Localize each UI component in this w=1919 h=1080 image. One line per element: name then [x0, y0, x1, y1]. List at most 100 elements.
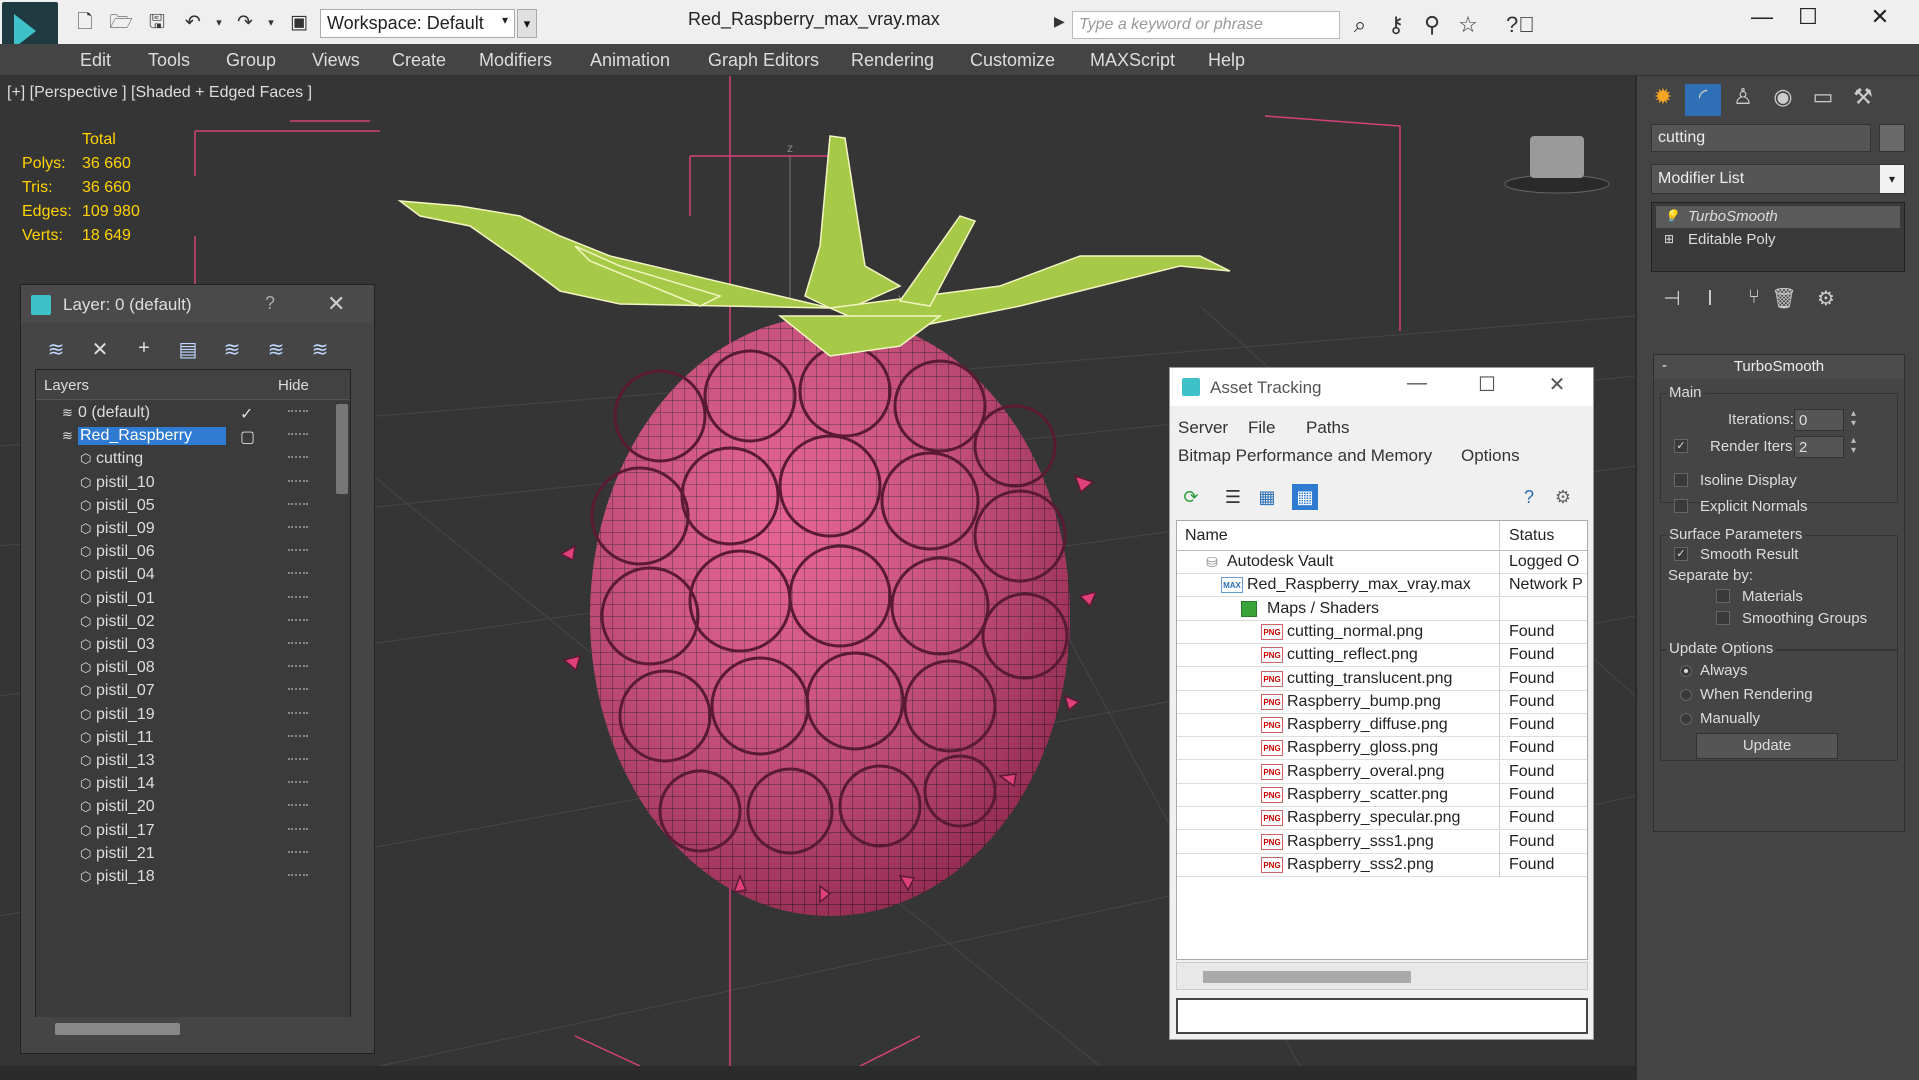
key-icon[interactable]: ⚷ [1382, 12, 1410, 38]
chevron-down-icon[interactable]: ▾ [1880, 165, 1904, 193]
configure-sets-icon[interactable]: ⚙ [1813, 286, 1839, 311]
hide-toggle[interactable] [288, 595, 308, 598]
render-iters-spinner[interactable]: 2 [1794, 436, 1859, 458]
menu-group[interactable]: Group [226, 50, 276, 71]
utilities-tab-icon[interactable]: ⚒ [1845, 84, 1881, 116]
menu-edit[interactable]: Edit [80, 50, 111, 71]
thumbnail-view-icon[interactable]: ▦ [1254, 484, 1280, 510]
modifier-list-dropdown[interactable]: Modifier List ▾ [1651, 164, 1905, 194]
hide-toggle[interactable] [288, 479, 308, 482]
menu-customize[interactable]: Customize [970, 50, 1055, 71]
asset-row[interactable]: PNG Raspberry_gloss.png Found [1177, 737, 1587, 761]
asset-row[interactable]: PNG Raspberry_sss1.png Found [1177, 830, 1587, 854]
hide-toggle[interactable] [288, 827, 308, 830]
hide-column-header[interactable]: Hide [278, 377, 309, 394]
hide-toggle[interactable] [288, 688, 308, 691]
remove-modifier-icon[interactable]: 🗑 [1771, 286, 1797, 311]
asset-row[interactable]: PNG cutting_translucent.png Found [1177, 667, 1587, 691]
asset-row[interactable]: PNG Raspberry_scatter.png Found [1177, 784, 1587, 807]
favorites-star-icon[interactable]: ☆ [1454, 12, 1482, 38]
list-view-icon[interactable]: ☰ [1220, 484, 1246, 510]
asset-row[interactable]: MAX Red_Raspberry_max_vray.max Network P [1177, 574, 1587, 598]
menu-create[interactable]: Create [392, 50, 446, 71]
menu-bitmap-performance[interactable]: Bitmap Performance and Memory [1178, 446, 1432, 466]
search-input[interactable]: Type a keyword or phrase [1072, 11, 1340, 39]
modify-tab-icon[interactable]: ◜ [1685, 84, 1721, 116]
iterations-spinner[interactable]: 0 [1794, 409, 1859, 431]
hide-toggle[interactable] [288, 665, 308, 668]
menu-server[interactable]: Server [1178, 418, 1228, 438]
expand-plus-icon[interactable]: ⊞ [1664, 233, 1676, 245]
minimize-icon[interactable]: — [1742, 4, 1782, 30]
hide-toggle[interactable] [288, 433, 308, 436]
menu-rendering[interactable]: Rendering [851, 50, 934, 71]
settings-icon[interactable]: ⚙ [1550, 484, 1576, 510]
menu-file[interactable]: File [1248, 418, 1275, 438]
menu-options[interactable]: Options [1461, 446, 1520, 466]
menu-help[interactable]: Help [1208, 50, 1245, 71]
hide-all-icon[interactable]: ≋ [263, 337, 289, 362]
hide-toggle[interactable] [288, 410, 308, 412]
highlight-layer-icon[interactable]: ≋ [219, 337, 245, 362]
redo-icon[interactable]: ↷ [232, 10, 258, 36]
delete-layer-icon[interactable]: ✕ [87, 337, 113, 362]
maximize-icon[interactable]: ☐ [1788, 4, 1828, 30]
menu-animation[interactable]: Animation [590, 50, 670, 71]
freeze-all-icon[interactable]: ≋ [307, 337, 333, 362]
asset-table-hscrollbar[interactable] [1176, 962, 1588, 990]
stem-leaves[interactable] [397, 135, 1231, 357]
close-icon[interactable]: ✕ [327, 291, 345, 317]
object-color-swatch[interactable] [1879, 124, 1905, 152]
help-icon[interactable]: ?⃝ [1506, 12, 1535, 38]
hide-toggle[interactable] [288, 804, 308, 807]
select-objects-icon[interactable]: ▤ [175, 337, 201, 362]
table-view-icon[interactable]: ▦ [1292, 484, 1318, 510]
layer-list-scrollbar[interactable] [332, 400, 350, 1018]
always-radio[interactable] [1680, 665, 1692, 677]
materials-checkbox[interactable] [1716, 589, 1730, 603]
menu-graph-editors[interactable]: Graph Editors [708, 50, 819, 71]
name-column-header[interactable]: Name [1185, 527, 1228, 545]
minimize-icon[interactable]: — [1402, 372, 1432, 395]
asset-row[interactable]: PNG Raspberry_sss2.png Found [1177, 853, 1587, 877]
set-current-layer-icon[interactable]: ▢ [240, 427, 255, 447]
hide-toggle[interactable] [288, 758, 308, 760]
display-tab-icon[interactable]: ▭ [1805, 84, 1841, 116]
update-button[interactable]: Update [1696, 733, 1838, 759]
stack-item-editable-poly[interactable]: ⊞ Editable Poly [1656, 229, 1900, 251]
layers-column-header[interactable]: Layers [44, 377, 89, 394]
when-rendering-radio[interactable] [1680, 689, 1692, 701]
hide-toggle[interactable] [288, 526, 308, 528]
quick-access-dropdown-icon[interactable]: ▾ [517, 9, 537, 38]
hierarchy-tab-icon[interactable]: ♙ [1725, 84, 1761, 116]
help-icon[interactable]: ? [265, 293, 275, 314]
close-icon[interactable]: ✕ [1860, 4, 1900, 30]
object-name-input[interactable]: cutting [1651, 124, 1871, 152]
hide-toggle[interactable] [288, 572, 308, 575]
menu-modifiers[interactable]: Modifiers [479, 50, 552, 71]
redo-dropdown-icon[interactable]: ▾ [258, 10, 284, 36]
render-iters-checkbox[interactable]: ✓ [1674, 439, 1688, 453]
viewcube-icon[interactable] [1504, 136, 1610, 194]
undo-icon[interactable]: ↶ [180, 10, 206, 36]
communication-icon[interactable]: ⚲ [1418, 12, 1446, 38]
hide-toggle[interactable] [288, 850, 308, 853]
asset-row[interactable]: PNG Raspberry_diffuse.png Found [1177, 714, 1587, 738]
motion-tab-icon[interactable]: ◉ [1765, 84, 1801, 116]
viewport-label[interactable]: [+] [Perspective ] [Shaded + Edged Faces… [7, 84, 312, 102]
asset-path-field[interactable] [1176, 998, 1588, 1034]
asset-row[interactable]: PNG cutting_normal.png Found [1177, 620, 1587, 644]
stack-item-turbosmooth[interactable]: 💡 TurboSmooth [1656, 206, 1900, 228]
scrollbar-thumb[interactable] [1203, 971, 1411, 983]
hide-toggle[interactable] [288, 456, 308, 459]
lightbulb-icon[interactable]: 💡 [1664, 210, 1679, 222]
asset-row[interactable]: ⛁ Autodesk Vault Logged O [1177, 551, 1587, 574]
menu-tools[interactable]: Tools [148, 50, 190, 71]
hide-toggle[interactable] [288, 618, 308, 621]
workspace-dropdown[interactable]: Workspace: Default [320, 9, 515, 38]
refresh-icon[interactable]: ⟳ [1178, 484, 1204, 510]
hide-toggle[interactable] [288, 642, 308, 644]
layer-window-titlebar[interactable]: Layer: 0 (default) ? ✕ [21, 285, 374, 323]
project-folder-icon[interactable]: ▣ [286, 10, 312, 36]
active-layer-check-icon[interactable]: ✓ [240, 404, 253, 424]
